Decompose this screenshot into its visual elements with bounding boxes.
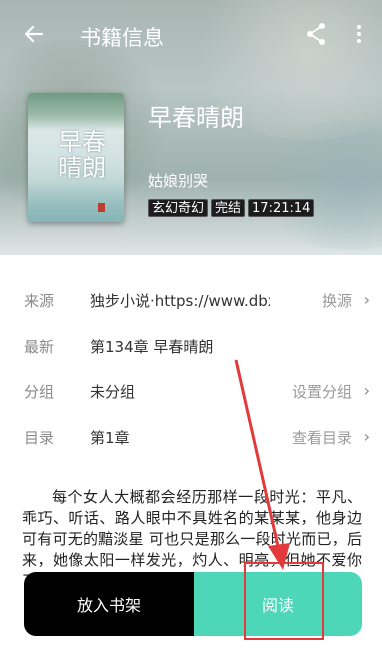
info-row-latest[interactable]: 最新 第134章 早春晴朗 [0, 334, 382, 358]
view-toc-button[interactable]: 查看目录 [292, 427, 352, 448]
share-icon[interactable] [305, 22, 327, 46]
tag-status: 完结 [211, 199, 246, 217]
book-tags: 玄幻奇幻 完结 17:21:14 [148, 199, 315, 217]
change-source-button[interactable]: 换源 [322, 290, 352, 311]
cover-title: 早春晴朗 [58, 128, 106, 182]
info-value: 未分组 [90, 383, 136, 401]
page-title: 书籍信息 [80, 26, 164, 50]
info-value: 第1章 [90, 429, 130, 447]
book-cover[interactable]: 早春晴朗 [28, 93, 124, 222]
info-value: 独步小说·https://www.dbxs... [90, 292, 270, 310]
chevron-right-icon: › [363, 381, 370, 400]
annotation-highlight-box [244, 562, 324, 640]
tag-time: 17:21:14 [248, 199, 315, 217]
book-name: 早春晴朗 [148, 104, 244, 132]
set-group-button[interactable]: 设置分组 [292, 381, 352, 402]
info-row-source[interactable]: 来源 独步小说·https://www.dbxs... 换源 › [0, 288, 382, 312]
book-author: 姑娘别哭 [148, 172, 209, 190]
top-app-bar: 书籍信息 [0, 16, 382, 56]
info-row-toc[interactable]: 目录 第1章 查看目录 › [0, 425, 382, 449]
info-label: 来源 [24, 292, 55, 310]
chevron-right-icon: › [363, 290, 370, 309]
info-label: 目录 [24, 429, 55, 447]
info-label: 最新 [24, 338, 55, 356]
add-to-shelf-button[interactable]: 放入书架 [24, 572, 194, 636]
cover-seal [98, 203, 105, 212]
info-row-group[interactable]: 分组 未分组 设置分组 › [0, 379, 382, 403]
info-label: 分组 [24, 383, 55, 401]
chevron-right-icon: › [363, 427, 370, 446]
info-value: 第134章 早春晴朗 [90, 338, 214, 356]
arrow-left-icon[interactable] [22, 22, 46, 46]
tag-genre: 玄幻奇幻 [148, 199, 209, 217]
more-vertical-icon[interactable] [352, 22, 366, 46]
